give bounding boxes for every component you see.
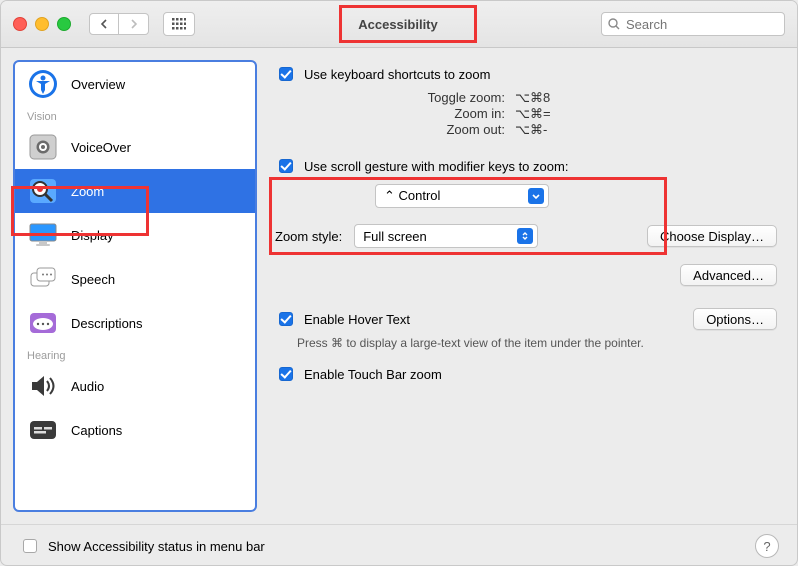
use-shortcuts-row[interactable]: Use keyboard shortcuts to zoom xyxy=(275,64,777,84)
sidebar-item-audio[interactable]: Audio xyxy=(15,364,255,408)
modifier-key-value: ⌃ Control xyxy=(384,188,520,204)
sidebar-item-label: Zoom xyxy=(71,184,104,199)
hover-options-button[interactable]: Options… xyxy=(693,308,777,330)
accessibility-icon xyxy=(27,69,59,99)
sidebar-item-captions[interactable]: Captions xyxy=(15,408,255,452)
help-button[interactable]: ? xyxy=(755,534,779,558)
sidebar-item-speech[interactable]: Speech xyxy=(15,257,255,301)
status-row[interactable]: Show Accessibility status in menu bar xyxy=(19,536,265,556)
speech-icon xyxy=(27,264,59,294)
sidebar-item-label: Display xyxy=(71,228,114,243)
sidebar: Overview Vision VoiceOver Zoom Displa xyxy=(13,60,257,512)
window-controls xyxy=(13,17,71,31)
body: Overview Vision VoiceOver Zoom Displa xyxy=(1,48,797,524)
sidebar-item-label: Captions xyxy=(71,423,122,438)
chevron-down-icon xyxy=(528,188,544,204)
sidebar-section-vision: Vision xyxy=(15,106,255,125)
touchbar-label: Enable Touch Bar zoom xyxy=(304,367,442,382)
use-shortcuts-checkbox[interactable] xyxy=(279,67,293,81)
touchbar-row[interactable]: Enable Touch Bar zoom xyxy=(275,364,777,384)
captions-icon xyxy=(27,415,59,445)
settings-pane: Use keyboard shortcuts to zoom Toggle zo… xyxy=(257,48,797,524)
preferences-window: Accessibility Overview Vision VoiceOver xyxy=(0,0,798,566)
voiceover-icon xyxy=(27,132,59,162)
sidebar-item-descriptions[interactable]: Descriptions xyxy=(15,301,255,345)
sidebar-item-label: Speech xyxy=(71,272,115,287)
toggle-zoom-label: Toggle zoom: xyxy=(405,90,505,106)
use-scroll-label: Use scroll gesture with modifier keys to… xyxy=(304,159,568,174)
forward-button[interactable] xyxy=(119,13,149,35)
zoom-style-value: Full screen xyxy=(363,229,509,244)
use-scroll-row[interactable]: Use scroll gesture with modifier keys to… xyxy=(275,156,777,176)
toggle-zoom-value: ⌥⌘8 xyxy=(515,90,550,106)
zoom-out-value: ⌥⌘- xyxy=(515,122,547,138)
shortcuts-table: Toggle zoom: ⌥⌘8 Zoom in: ⌥⌘= Zoom out: ⌥⌘- xyxy=(405,90,777,138)
choose-display-button[interactable]: Choose Display… xyxy=(647,225,777,247)
use-scroll-checkbox[interactable] xyxy=(279,159,293,173)
advanced-button[interactable]: Advanced… xyxy=(680,264,777,286)
zoom-window-button[interactable] xyxy=(57,17,71,31)
sidebar-section-hearing: Hearing xyxy=(15,345,255,364)
show-all-button[interactable] xyxy=(163,12,195,36)
window-title: Accessibility xyxy=(203,17,593,32)
close-window-button[interactable] xyxy=(13,17,27,31)
chevron-updown-icon xyxy=(517,228,533,244)
titlebar: Accessibility xyxy=(1,1,797,48)
zoom-in-value: ⌥⌘= xyxy=(515,106,551,122)
touchbar-checkbox[interactable] xyxy=(279,367,293,381)
use-shortcuts-label: Use keyboard shortcuts to zoom xyxy=(304,67,490,82)
status-checkbox[interactable] xyxy=(23,539,37,553)
sidebar-item-display[interactable]: Display xyxy=(15,213,255,257)
back-button[interactable] xyxy=(89,13,119,35)
nav-back-forward xyxy=(89,13,149,35)
modifier-key-select[interactable]: ⌃ Control xyxy=(375,184,549,208)
sidebar-item-label: Descriptions xyxy=(71,316,143,331)
minimize-window-button[interactable] xyxy=(35,17,49,31)
grid-icon xyxy=(172,18,186,30)
zoom-style-select[interactable]: Full screen xyxy=(354,224,538,248)
sidebar-item-voiceover[interactable]: VoiceOver xyxy=(15,125,255,169)
search-input[interactable] xyxy=(624,16,748,33)
search-field[interactable] xyxy=(601,12,785,36)
sidebar-item-overview[interactable]: Overview xyxy=(15,62,255,106)
footer: Show Accessibility status in menu bar ? xyxy=(1,524,797,566)
sidebar-item-label: VoiceOver xyxy=(71,140,131,155)
zoom-in-label: Zoom in: xyxy=(405,106,505,122)
zoom-out-label: Zoom out: xyxy=(405,122,505,138)
hover-hint: Press ⌘ to display a large-text view of … xyxy=(297,336,777,350)
zoom-style-label: Zoom style: xyxy=(275,229,342,244)
hover-text-label: Enable Hover Text xyxy=(304,312,410,327)
sidebar-item-label: Audio xyxy=(71,379,104,394)
sidebar-item-label: Overview xyxy=(71,77,125,92)
search-icon xyxy=(608,18,620,30)
sidebar-item-zoom[interactable]: Zoom xyxy=(15,169,255,213)
status-label: Show Accessibility status in menu bar xyxy=(48,539,265,554)
hover-text-checkbox[interactable] xyxy=(279,312,293,326)
audio-icon xyxy=(27,371,59,401)
display-icon xyxy=(27,220,59,250)
descriptions-icon xyxy=(27,308,59,338)
zoom-icon xyxy=(27,176,59,206)
